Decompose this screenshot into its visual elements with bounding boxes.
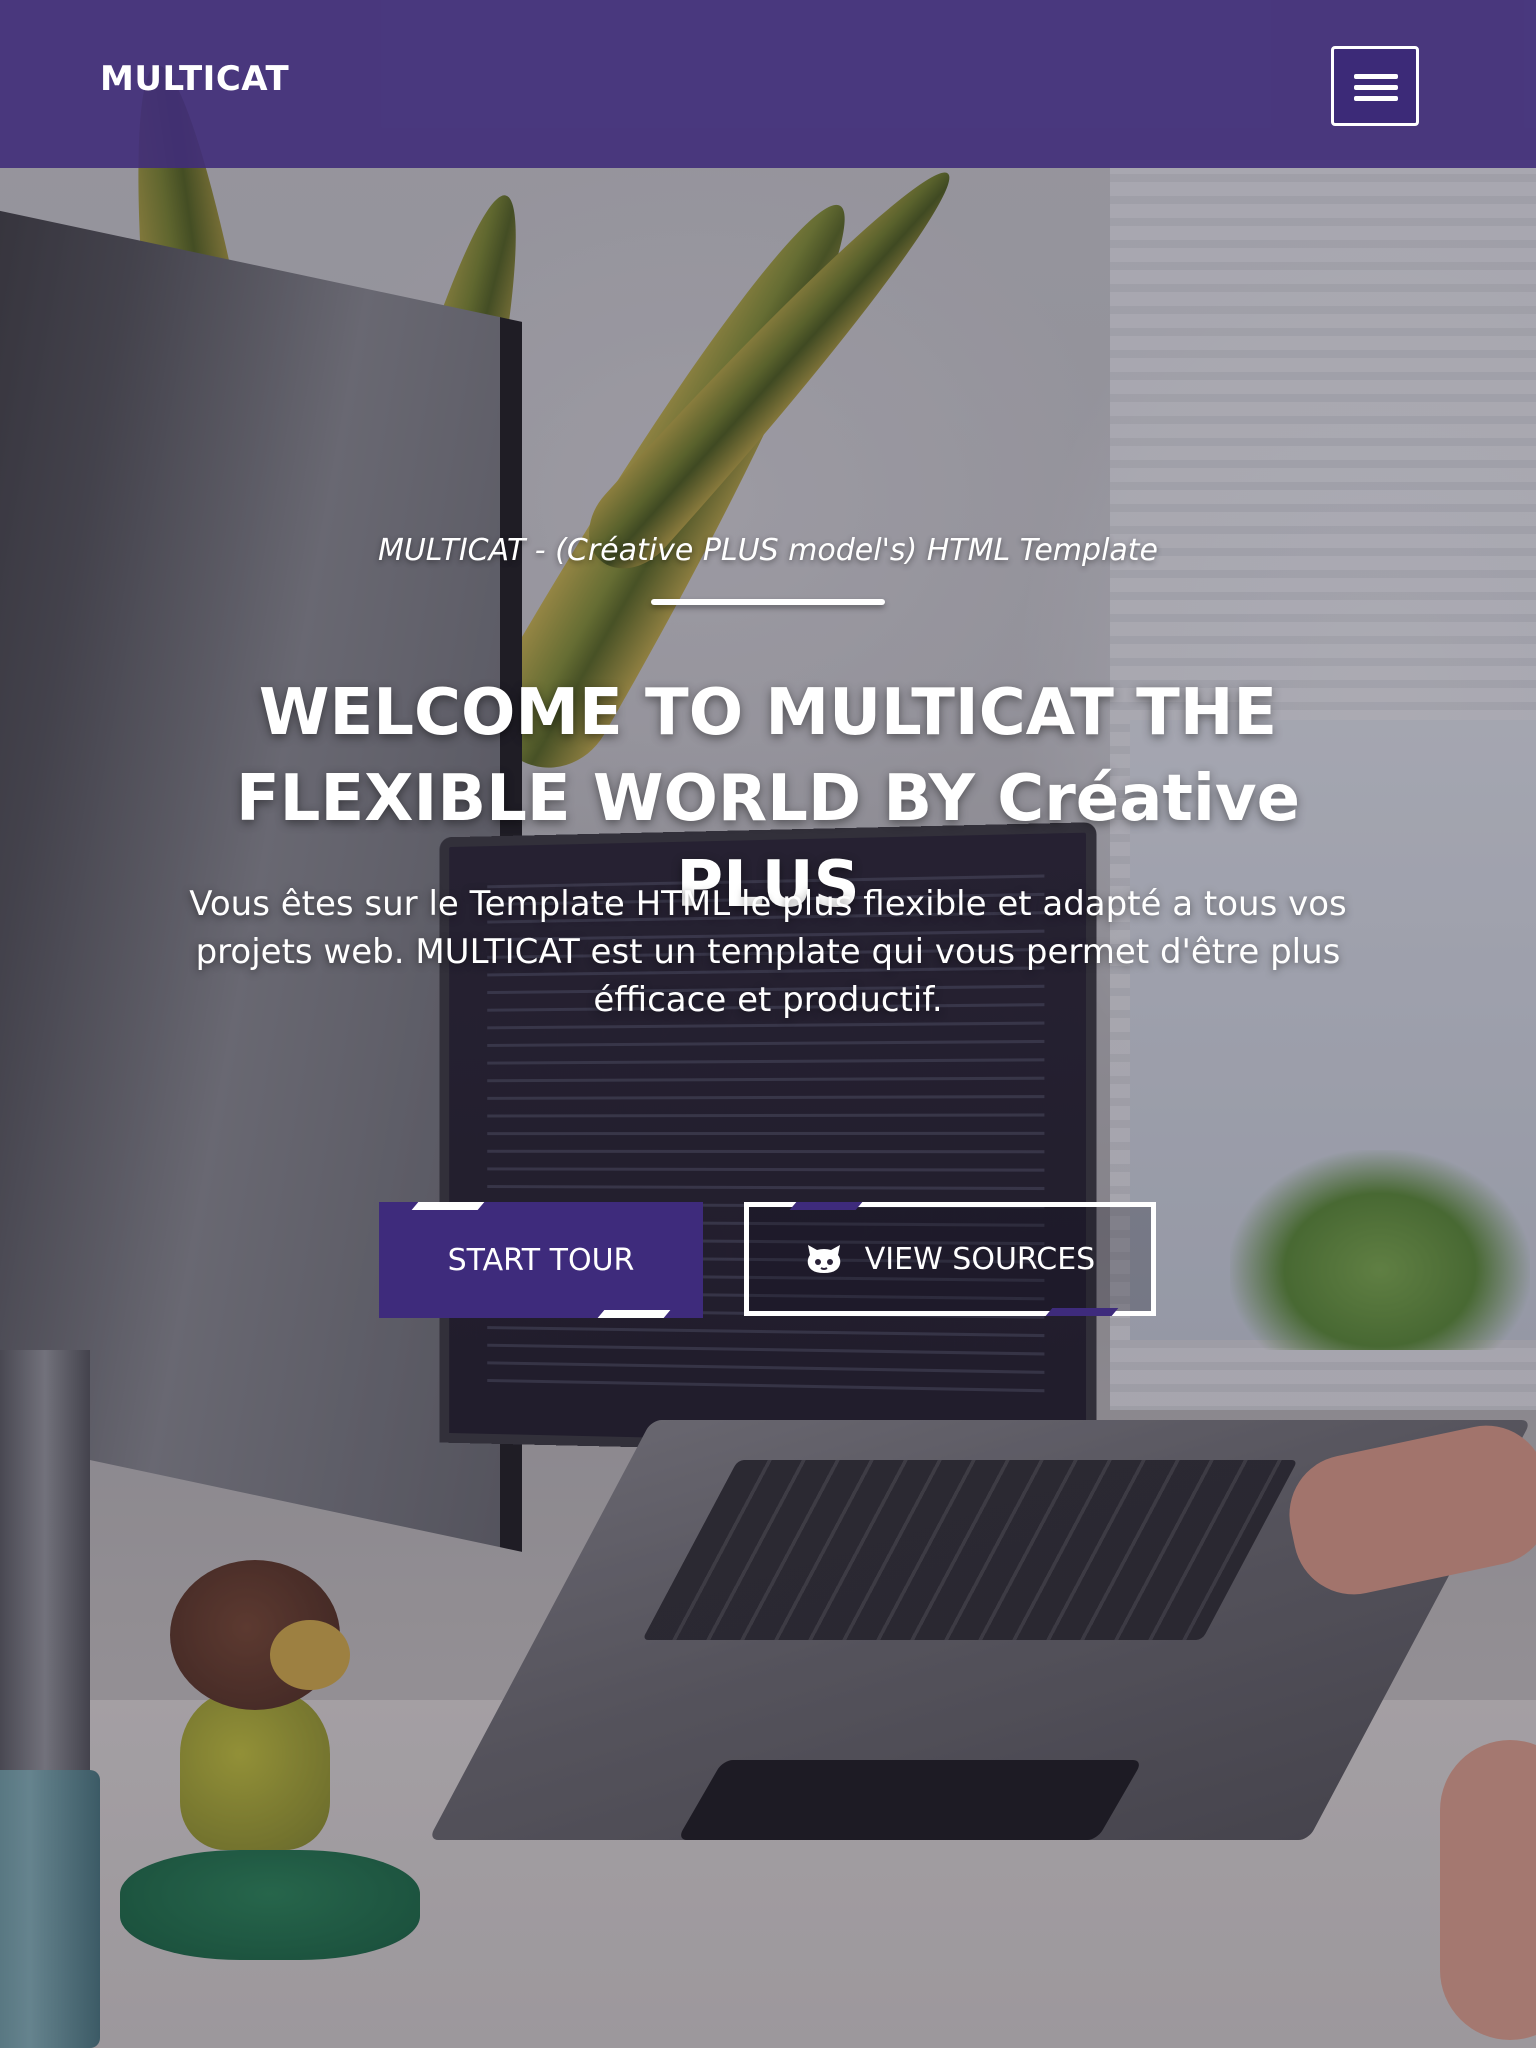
button-accent (411, 1202, 485, 1210)
button-accent (1045, 1308, 1119, 1316)
menu-toggle-button[interactable] (1331, 46, 1419, 126)
button-accent (597, 1310, 671, 1318)
hamburger-menu-icon (1354, 96, 1398, 101)
view-sources-label: VIEW SOURCES (864, 1241, 1096, 1277)
github-icon (807, 1245, 841, 1273)
start-tour-label: START TOUR (447, 1242, 635, 1278)
hamburger-menu-icon (1354, 85, 1398, 90)
hero-lead-text: Vous êtes sur le Template HTML le plus f… (189, 884, 1347, 1020)
start-tour-button[interactable]: START TOUR (379, 1202, 703, 1318)
navbar: MULTICAT (0, 0, 1536, 168)
button-accent (789, 1202, 863, 1210)
view-sources-button[interactable]: VIEW SOURCES (744, 1202, 1156, 1316)
brand-logo-link[interactable]: MULTICAT (100, 62, 289, 96)
subtitle-divider (651, 599, 885, 605)
hero-subtitle: MULTICAT - (Créative PLUS model's) HTML … (377, 533, 1159, 568)
headline-line-1: WELCOME TO MULTICAT THE (258, 676, 1278, 750)
hero-content: MULTICAT - (Créative PLUS model's) HTML … (0, 0, 1536, 2048)
hamburger-menu-icon (1354, 74, 1398, 79)
